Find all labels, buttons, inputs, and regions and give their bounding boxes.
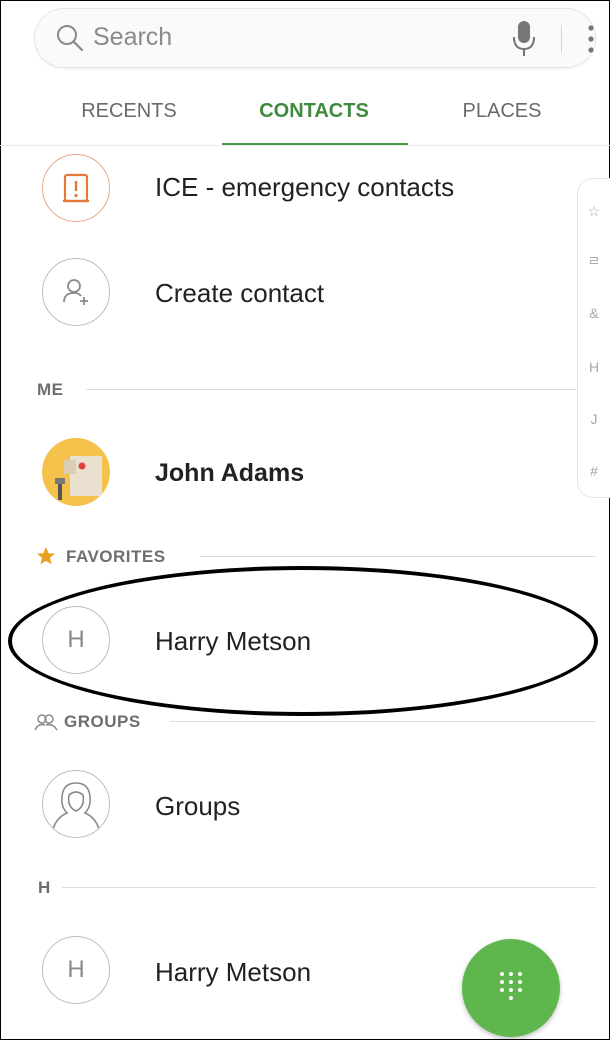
contact-initial: H: [67, 626, 85, 653]
section-me-title: ME: [37, 380, 64, 399]
groups-avatar[interactable]: [42, 770, 110, 838]
contact-initial: H: [67, 956, 85, 983]
dialpad-icon: [500, 972, 522, 1000]
ice-contacts-label[interactable]: ICE - emergency contacts: [155, 172, 454, 203]
add-person-icon: [63, 279, 88, 305]
search-icon: [57, 25, 84, 52]
more-options-icon[interactable]: [583, 23, 599, 55]
tab-contacts[interactable]: CONTACTS: [240, 100, 388, 123]
favorite-contact-avatar[interactable]: H: [42, 606, 110, 674]
section-h-title: H: [38, 878, 51, 897]
section-groups-divider: [170, 721, 596, 722]
create-contact-label[interactable]: Create contact: [155, 278, 324, 309]
screen-frame: [0, 0, 610, 1040]
search-divider: [561, 25, 562, 53]
index-korean[interactable]: ㄹ: [578, 251, 610, 271]
alphabet-index-scroller[interactable]: ☆ ㄹ & H J #: [577, 178, 610, 498]
search-bar[interactable]: Search: [34, 8, 596, 68]
tab-places[interactable]: PLACES: [456, 100, 548, 123]
tab-recents[interactable]: RECENTS: [74, 100, 184, 123]
contact-name[interactable]: Harry Metson: [155, 957, 311, 988]
section-me-divider: [86, 389, 596, 390]
star-icon: [37, 547, 55, 565]
section-h-divider: [62, 887, 596, 888]
ice-avatar[interactable]: [42, 154, 110, 222]
contact-avatar[interactable]: H: [42, 936, 110, 1004]
microphone-icon[interactable]: [509, 19, 539, 59]
section-groups-title: GROUPS: [64, 712, 141, 731]
group-person-icon: [52, 782, 100, 830]
emergency-icon: [63, 173, 89, 203]
groups-icon: [34, 714, 58, 731]
search-input[interactable]: Search: [93, 23, 172, 52]
index-ampersand[interactable]: &: [578, 305, 610, 321]
tabs-divider: [0, 145, 610, 146]
dialpad-button[interactable]: [462, 939, 560, 1037]
my-profile-avatar[interactable]: [42, 438, 110, 506]
section-favorites-title: FAVORITES: [66, 547, 166, 566]
groups-label[interactable]: Groups: [155, 791, 240, 822]
index-hash[interactable]: #: [578, 463, 610, 479]
profile-picture-icon: [55, 456, 102, 500]
create-contact-avatar[interactable]: [42, 258, 110, 326]
favorite-contact-name[interactable]: Harry Metson: [155, 626, 311, 657]
index-h[interactable]: H: [578, 359, 610, 375]
index-favorites[interactable]: ☆: [578, 203, 610, 220]
my-profile-name[interactable]: John Adams: [155, 459, 304, 488]
section-favorites-divider: [200, 556, 596, 557]
index-j[interactable]: J: [578, 411, 610, 427]
